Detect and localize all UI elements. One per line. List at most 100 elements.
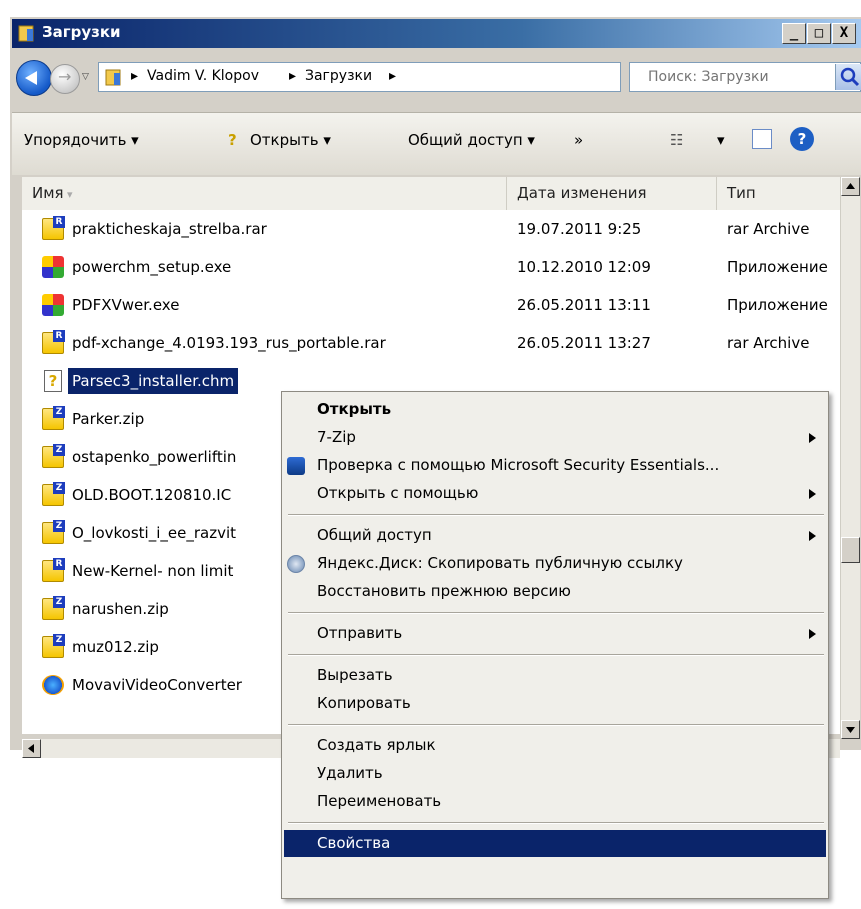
- application-icon: [42, 256, 64, 278]
- minimize-button[interactable]: _: [782, 23, 806, 44]
- help-icon[interactable]: ?: [790, 127, 814, 151]
- breadcrumb-item-downloads[interactable]: Загрузки: [305, 68, 372, 84]
- file-name[interactable]: powerchm_setup.exe: [68, 254, 235, 280]
- search-icon[interactable]: [835, 64, 861, 90]
- file-type: rar Archive: [727, 334, 810, 352]
- mse-icon: [287, 457, 305, 475]
- menu-separator: [288, 654, 824, 656]
- menu-item-label: Восстановить прежнюю версию: [317, 582, 571, 600]
- breadcrumb-separator-icon[interactable]: ▸: [131, 68, 138, 84]
- context-menu: Открыть 7-Zip Проверка с помощью Microsoft…: [281, 391, 829, 899]
- file-name[interactable]: Parsec3_installer.chm: [68, 368, 239, 394]
- file-row[interactable]: Rprakticheskaja_strelba.rar 19.07.2011 9:…: [22, 210, 840, 248]
- zip-archive-icon: Z: [42, 596, 65, 620]
- menu-item[interactable]: Общий доступ: [284, 522, 826, 549]
- menu-item[interactable]: Свойства: [284, 830, 826, 857]
- zip-archive-icon: Z: [42, 444, 65, 468]
- zip-archive-icon: Z: [42, 482, 65, 506]
- file-name[interactable]: O_lovkosti_i_ee_razvit: [68, 520, 240, 546]
- menu-item-label: 7-Zip: [317, 428, 356, 446]
- organize-button[interactable]: Упорядочить ▾: [24, 131, 139, 149]
- search-input[interactable]: [648, 67, 828, 87]
- preview-pane-icon[interactable]: [752, 129, 772, 149]
- file-name[interactable]: ostapenko_powerliftin: [68, 444, 240, 470]
- file-type: rar Archive: [727, 220, 810, 238]
- column-type[interactable]: Тип: [717, 177, 855, 210]
- back-button[interactable]: [16, 60, 52, 96]
- command-bar: Упорядочить ▾ ? Открыть ▾ Общий доступ ▾…: [12, 112, 861, 175]
- file-name[interactable]: pdf-xchange_4.0193.193_rus_portable.rar: [68, 330, 390, 356]
- file-name[interactable]: OLD.BOOT.120810.IC: [68, 482, 235, 508]
- forward-button[interactable]: [50, 64, 80, 94]
- file-row[interactable]: Rpdf-xchange_4.0193.193_rus_portable.rar…: [22, 324, 840, 362]
- file-type: Приложение: [727, 296, 828, 314]
- address-bar: ▽ ▸ Vadim V. Klopov ▸ Загрузки ▸ ▾: [12, 50, 861, 102]
- submenu-arrow-icon: [809, 433, 816, 443]
- title-bar[interactable]: Загрузки _ □ X: [12, 19, 861, 48]
- scroll-down-icon[interactable]: [841, 720, 860, 739]
- close-button[interactable]: X: [832, 23, 856, 44]
- column-date[interactable]: Дата изменения: [507, 177, 717, 210]
- menu-item[interactable]: Копировать: [284, 690, 826, 717]
- open-button[interactable]: Открыть ▾: [250, 131, 331, 149]
- submenu-arrow-icon: [809, 629, 816, 639]
- breadcrumb[interactable]: ▸ Vadim V. Klopov ▸ Загрузки ▸ ▾: [98, 62, 703, 92]
- share-button[interactable]: Общий доступ ▾: [408, 131, 535, 149]
- menu-item[interactable]: Открыть: [284, 396, 826, 423]
- breadcrumb-separator-icon[interactable]: ▸: [289, 68, 296, 84]
- menu-item[interactable]: Восстановить прежнюю версию: [284, 578, 826, 605]
- menu-item-label: Проверка с помощью Microsoft Security Es…: [317, 456, 720, 474]
- menu-item-label: Яндекс.Диск: Скопировать публичную ссылк…: [317, 554, 683, 572]
- views-dropdown-icon[interactable]: ▾: [717, 131, 725, 149]
- rar-archive-icon: R: [42, 558, 65, 582]
- file-date: 10.12.2010 12:09: [517, 258, 651, 276]
- yandex-disk-icon: [287, 555, 305, 573]
- application-icon: [42, 294, 64, 316]
- menu-item[interactable]: Вырезать: [284, 662, 826, 689]
- file-name[interactable]: muz012.zip: [68, 634, 163, 660]
- file-date: 19.07.2011 9:25: [517, 220, 642, 238]
- file-name[interactable]: prakticheskaja_strelba.rar: [68, 216, 271, 242]
- menu-item[interactable]: Открыть с помощью: [284, 480, 826, 507]
- folder-icon: [18, 23, 36, 43]
- menu-item[interactable]: Создать ярлык: [284, 732, 826, 759]
- maximize-button[interactable]: □: [807, 23, 831, 44]
- menu-separator: [288, 612, 824, 614]
- views-icon[interactable]: ☷: [670, 131, 683, 149]
- window-title: Загрузки: [42, 23, 121, 41]
- menu-item[interactable]: 7-Zip: [284, 424, 826, 451]
- file-name[interactable]: New-Kernel- non limit: [68, 558, 237, 584]
- breadcrumb-item-user[interactable]: Vadim V. Klopov: [147, 68, 259, 84]
- file-row[interactable]: powerchm_setup.exe 10.12.2010 12:09 Прилож…: [22, 248, 840, 286]
- history-dropdown-icon[interactable]: ▽: [82, 72, 89, 82]
- menu-item[interactable]: Удалить: [284, 760, 826, 787]
- folder-icon: [105, 67, 123, 87]
- vertical-scrollbar[interactable]: [840, 177, 860, 739]
- search-box[interactable]: [629, 62, 861, 92]
- file-name[interactable]: PDFXVwer.exe: [68, 292, 183, 318]
- menu-item-label: Открыть: [317, 400, 392, 418]
- submenu-arrow-icon: [809, 489, 816, 499]
- menu-item[interactable]: Переименовать: [284, 788, 826, 815]
- menu-separator: [288, 822, 824, 824]
- file-name[interactable]: MovaviVideoConverter: [68, 672, 246, 698]
- file-name[interactable]: narushen.zip: [68, 596, 173, 622]
- menu-item-label: Копировать: [317, 694, 411, 712]
- more-commands-button[interactable]: »: [574, 131, 583, 149]
- menu-item[interactable]: Яндекс.Диск: Скопировать публичную ссылк…: [284, 550, 826, 577]
- file-name[interactable]: Parker.zip: [68, 406, 148, 432]
- column-name[interactable]: Имя ▾: [22, 177, 507, 210]
- breadcrumb-separator-icon[interactable]: ▸: [389, 68, 396, 84]
- menu-item-label: Свойства: [317, 834, 391, 852]
- menu-item-label: Переименовать: [317, 792, 442, 810]
- scroll-up-icon[interactable]: [841, 177, 860, 196]
- menu-item[interactable]: Отправить: [284, 620, 826, 647]
- scroll-thumb[interactable]: [841, 537, 860, 563]
- file-date: 26.05.2011 13:11: [517, 296, 651, 314]
- menu-item[interactable]: Проверка с помощью Microsoft Security Es…: [284, 452, 826, 479]
- file-row[interactable]: PDFXVwer.exe 26.05.2011 13:11 Приложение: [22, 286, 840, 324]
- scroll-left-icon[interactable]: [22, 739, 41, 758]
- zip-archive-icon: Z: [42, 520, 65, 544]
- menu-item-label: Вырезать: [317, 666, 393, 684]
- zip-archive-icon: Z: [42, 634, 65, 658]
